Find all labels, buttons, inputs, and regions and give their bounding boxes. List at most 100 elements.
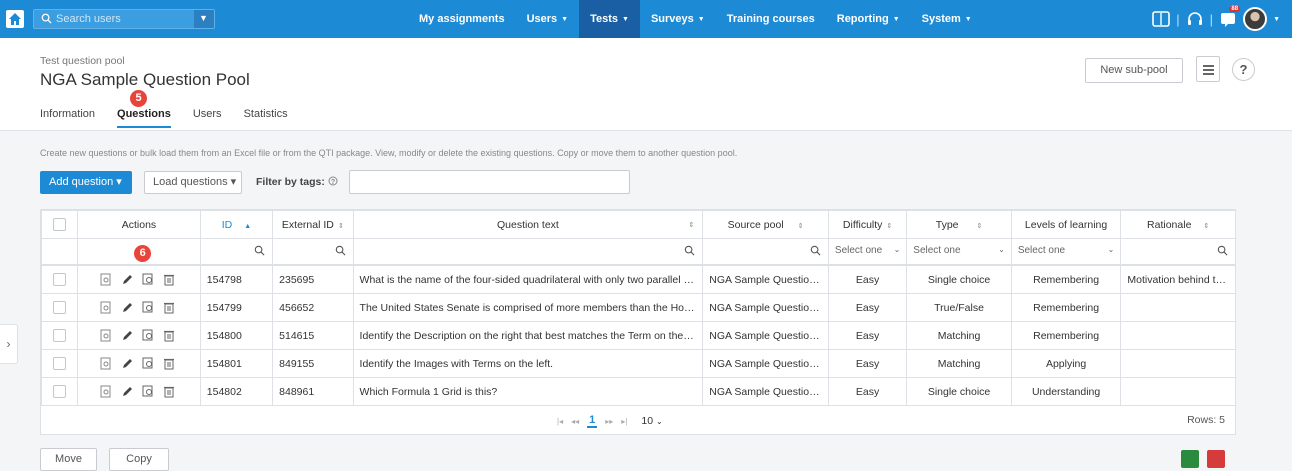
load-questions-button[interactable]: Load questions ▾ [144,171,242,194]
cell-type: Matching [906,349,1012,378]
nav-reporting[interactable]: Reporting ▼ [826,0,911,38]
nav-system[interactable]: System ▼ [911,0,983,38]
view-icon[interactable] [142,329,154,342]
edit-icon[interactable] [121,273,133,286]
edit-icon[interactable] [121,301,133,314]
nav-training-courses[interactable]: Training courses [716,0,826,38]
move-button[interactable]: Move [40,448,97,471]
page-current[interactable]: 1 [587,414,598,428]
table-row[interactable]: 154798 235695 What is the name of the four… [40,265,1236,294]
filter-external-id[interactable] [272,238,354,265]
filter-id[interactable] [199,238,274,265]
view-icon[interactable] [142,357,154,370]
filter-question-text[interactable] [352,238,704,265]
tab-users[interactable]: Users [193,108,222,128]
delete-icon[interactable] [163,329,175,342]
first-page-icon[interactable]: |◂ [557,417,563,426]
col-difficulty[interactable]: Difficulty ⇕ [827,210,908,239]
preview-icon[interactable] [100,301,112,314]
pdf-export-icon[interactable] [1207,450,1225,468]
chevron-down-icon[interactable]: ▼ [1273,16,1280,23]
add-question-button[interactable]: Add question ▾ [40,171,132,194]
preview-icon[interactable] [100,357,112,370]
search-icon [254,245,265,256]
cell-external-id: 235695 [272,265,354,294]
edit-icon[interactable] [121,357,133,370]
filter-rationale[interactable] [1120,238,1236,265]
row-checkbox[interactable] [53,385,67,398]
edit-icon[interactable] [121,385,133,398]
next-page-icon[interactable]: ▸▸ [605,417,613,426]
delete-icon[interactable] [163,273,175,286]
table-row[interactable]: 154799 456652 The United States Senate is … [40,293,1236,322]
filter-type[interactable]: Select one ⌄ [906,238,1012,265]
user-search[interactable]: ▼ [33,9,215,29]
avatar[interactable] [1243,7,1268,31]
tab-questions[interactable]: Questions [117,108,171,128]
filter-source-pool[interactable] [702,238,829,265]
headset-icon[interactable] [1186,10,1204,28]
search-dropdown-button[interactable]: ▼ [194,10,214,28]
tag-filter-input[interactable] [349,170,630,194]
cell-difficulty: Easy [827,293,908,322]
copy-button[interactable]: Copy [109,448,169,471]
sidebar-toggle-chevron-icon[interactable]: › [0,324,18,364]
col-question-text[interactable]: Question text ⇕ [352,210,704,239]
nav-surveys[interactable]: Surveys ▼ [640,0,716,38]
delete-icon[interactable] [163,301,175,314]
view-icon[interactable] [142,385,154,398]
col-rationale[interactable]: Rationale ⇕ [1120,210,1236,239]
col-source-pool[interactable]: Source pool ⇕ [702,210,829,239]
table-row[interactable]: 154802 848961 Which Formula 1 Grid is this… [40,377,1236,406]
col-type[interactable]: Type ⇕ [906,210,1012,239]
cell-id: 154800 [199,321,274,350]
cell-id: 154798 [199,265,274,294]
row-checkbox[interactable] [53,357,67,370]
select-all-checkbox[interactable] [53,218,67,231]
search-input[interactable] [56,12,196,26]
col-levels-of-learning[interactable]: Levels of learning [1010,210,1122,239]
new-sub-pool-button[interactable]: New sub-pool [1085,58,1183,83]
chevron-down-icon: ⌄ [998,245,1005,254]
last-page-icon[interactable]: ▸| [621,417,627,426]
delete-icon[interactable] [163,385,175,398]
table-row[interactable]: 154800 514615 Identify the Description on … [40,321,1236,350]
col-id[interactable]: ID ▲ [199,210,274,239]
cell-type: Single choice [906,265,1012,294]
page-size-select[interactable]: 10 ⌄ [641,415,662,427]
nav-tests[interactable]: Tests ▼ [579,0,640,38]
nav-my-assignments[interactable]: My assignments [408,0,516,38]
excel-export-icon[interactable] [1181,450,1199,468]
notifications-icon[interactable]: 88 [1219,6,1241,28]
table-row[interactable]: 154801 849155 Identify the Images with Ter… [40,349,1236,378]
row-actions [77,265,201,294]
search-icon [41,13,52,24]
view-icon[interactable] [142,301,154,314]
book-help-icon[interactable] [1152,10,1171,28]
cell-type: True/False [906,293,1012,322]
tab-information[interactable]: Information [40,108,95,128]
filter-difficulty[interactable]: Select one ⌄ [827,238,908,265]
pagination: |◂ ◂◂ 1 ▸▸ ▸| 10 ⌄ [557,414,663,428]
preview-icon[interactable] [100,329,112,342]
cell-type: Matching [906,321,1012,350]
hamburger-menu-icon[interactable] [1196,56,1220,82]
nav-users[interactable]: Users ▼ [516,0,580,38]
home-icon[interactable] [6,10,24,28]
sort-asc-icon: ▲ [244,222,252,230]
row-actions [77,293,201,322]
help-icon[interactable]: ? [1232,58,1255,81]
preview-icon[interactable] [100,273,112,286]
col-external-id[interactable]: External ID ⇕ [272,210,354,239]
row-checkbox[interactable] [53,329,67,342]
row-checkbox[interactable] [53,301,67,314]
delete-icon[interactable] [163,357,175,370]
preview-icon[interactable] [100,385,112,398]
tab-statistics[interactable]: Statistics [244,108,288,128]
breadcrumb[interactable]: Test question pool [40,55,125,67]
filter-levels-of-learning[interactable]: Select one ⌄ [1010,238,1122,265]
edit-icon[interactable] [121,329,133,342]
row-checkbox[interactable] [53,273,67,286]
prev-page-icon[interactable]: ◂◂ [571,417,579,426]
view-icon[interactable] [142,273,154,286]
